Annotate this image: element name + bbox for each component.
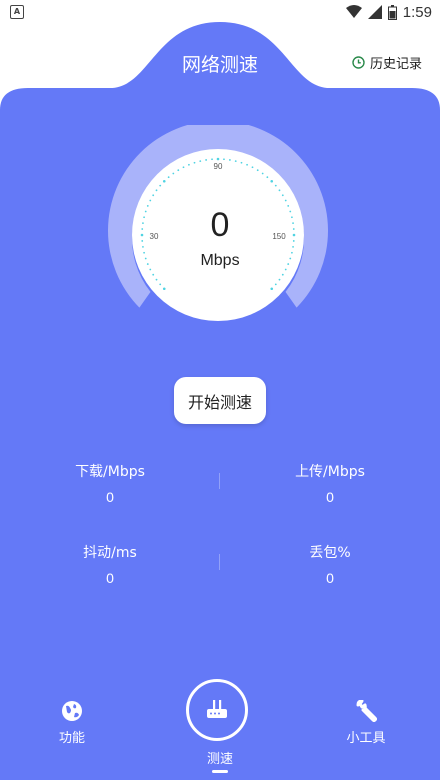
gauge-tick — [270, 179, 274, 183]
gauge-tick — [240, 161, 243, 164]
gauge-tick — [159, 184, 162, 187]
gauge-tick — [234, 160, 237, 162]
jitter-label: 抖动/ms — [83, 545, 137, 561]
packet-loss-label: 丢包% — [309, 545, 351, 561]
speed-value: 0 — [210, 206, 230, 244]
download-value: 0 — [106, 489, 114, 505]
stat-divider — [219, 473, 220, 489]
nav-item-tools[interactable]: 小工具 — [340, 700, 392, 746]
clock-icon — [352, 56, 365, 69]
gauge-tick — [152, 194, 155, 197]
gauge-tick — [177, 169, 180, 172]
gauge-tick — [266, 176, 269, 179]
gauge-tick — [199, 160, 202, 162]
gauge-tick — [228, 159, 231, 161]
gauge-tick — [155, 189, 158, 192]
gauge-tick — [211, 158, 213, 161]
nav-item-speedtest[interactable] — [186, 679, 248, 741]
gauge-tick — [270, 287, 274, 291]
upload-label: 上传/Mbps — [295, 464, 365, 480]
router-icon — [207, 700, 227, 718]
start-test-button[interactable]: 开始测速 — [174, 377, 266, 424]
gauge-tick — [278, 189, 281, 192]
gauge-tick — [149, 199, 152, 202]
nav-label-tools: 小工具 — [346, 731, 386, 746]
gauge-tick — [281, 194, 284, 197]
gauge-tick-label-top: 90 — [214, 162, 223, 171]
packet-loss-value: 0 — [326, 570, 334, 586]
gauge-tick — [284, 199, 287, 202]
gauge-tick — [162, 179, 166, 183]
stat-divider — [219, 554, 220, 570]
gauge-tick — [193, 161, 196, 164]
gauge-tick — [205, 159, 208, 161]
nav-active-indicator — [212, 770, 228, 773]
nav-label-speedtest[interactable]: 测速 — [196, 748, 244, 767]
gauge-tick — [167, 176, 170, 179]
gauge-tick — [159, 283, 162, 286]
gauge-tick — [281, 273, 284, 276]
gauge-tick — [152, 273, 155, 276]
upload-value: 0 — [326, 489, 334, 505]
gauge-tick — [155, 278, 158, 281]
download-label: 下载/Mbps — [75, 464, 145, 480]
gauge-tick — [223, 158, 225, 161]
nav-label-features: 功能 — [58, 731, 85, 746]
gauge-tick — [274, 184, 277, 187]
nav-item-features[interactable]: 功能 — [50, 700, 94, 746]
gauge-tick — [261, 172, 264, 175]
upload-stat: 上传/Mbps 0 — [250, 461, 410, 505]
history-button[interactable]: 历史记录 — [352, 53, 422, 72]
gauge-tick — [216, 157, 220, 161]
speed-unit: Mbps — [200, 252, 240, 269]
packet-loss-stat: 丢包% 0 — [250, 542, 410, 586]
gauge-tick — [182, 166, 185, 169]
jitter-value: 0 — [106, 570, 114, 586]
history-label: 历史记录 — [369, 57, 422, 72]
wrench-icon — [356, 700, 377, 722]
gauge-tick — [256, 169, 259, 172]
download-stat: 下载/Mbps 0 — [30, 461, 190, 505]
jitter-stat: 抖动/ms 0 — [30, 542, 190, 586]
gauge-tick — [274, 283, 277, 286]
gauge-tick — [292, 245, 294, 248]
gauge-tick — [162, 287, 166, 291]
gauge-tick — [251, 166, 254, 169]
gauge-tick — [246, 163, 248, 166]
globe-icon — [62, 701, 82, 721]
gauge-tick — [188, 163, 190, 166]
gauge-tick — [278, 278, 281, 281]
gauge-tick — [142, 245, 144, 248]
gauge-tick — [172, 172, 175, 175]
